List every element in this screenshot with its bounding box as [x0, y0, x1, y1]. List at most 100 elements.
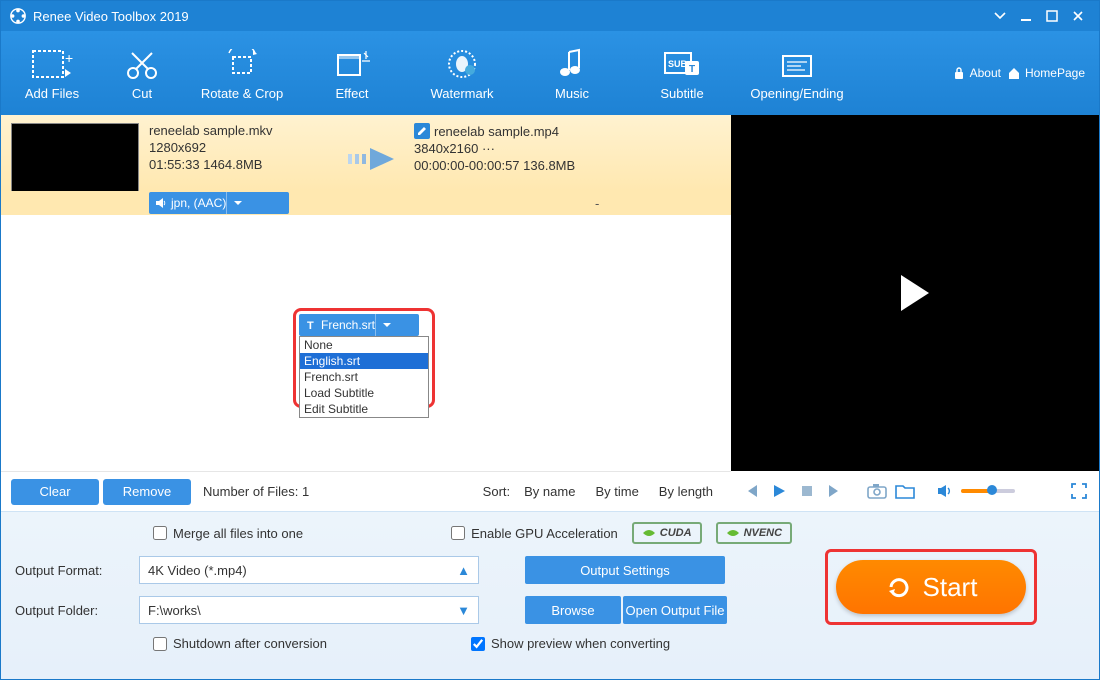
about-link[interactable]: About [952, 66, 1001, 80]
sort-by-name[interactable]: By name [516, 480, 583, 503]
lock-icon [952, 66, 966, 80]
volume-knob[interactable] [987, 485, 997, 495]
sort-by-length[interactable]: By length [651, 480, 721, 503]
fullscreen-button[interactable] [1067, 479, 1091, 503]
list-controls: Clear Remove Number of Files: 1 Sort: By… [1, 471, 731, 511]
music-label: Music [555, 86, 589, 101]
stop-button[interactable] [795, 479, 819, 503]
opening-ending-button[interactable]: Opening/Ending [737, 31, 857, 115]
output-settings-button[interactable]: Output Settings [525, 556, 725, 584]
video-thumbnail [11, 123, 139, 195]
rotate-crop-label: Rotate & Crop [201, 86, 283, 101]
source-filename: reneelab sample.mkv [149, 123, 334, 138]
edit-output-name-icon[interactable] [414, 123, 430, 139]
source-resolution: 1280x692 [149, 140, 334, 155]
crop-rotate-icon [223, 46, 261, 82]
shutdown-checkbox[interactable]: Shutdown after conversion [153, 636, 327, 651]
subtitle-button[interactable]: SUBT Subtitle [627, 31, 737, 115]
sort-by-time[interactable]: By time [587, 480, 646, 503]
next-button[interactable] [823, 479, 847, 503]
open-folder-button[interactable] [893, 479, 917, 503]
homepage-label: HomePage [1025, 66, 1085, 80]
source-duration-size: 01:55:33 1464.8MB [149, 157, 334, 172]
audio-dropdown-icon[interactable] [226, 192, 248, 214]
output-format-value: 4K Video (*.mp4) [148, 563, 247, 578]
preview-controls [731, 471, 1099, 511]
merge-label: Merge all files into one [173, 526, 303, 541]
browse-button[interactable]: Browse [525, 596, 621, 624]
add-files-button[interactable]: + Add Files [7, 31, 97, 115]
arrow-icon [334, 139, 414, 179]
watermark-button[interactable]: Watermark [407, 31, 517, 115]
slate-icon [779, 46, 815, 82]
music-note-icon [557, 46, 587, 82]
svg-text:T: T [307, 320, 314, 331]
gpu-checkbox[interactable]: Enable GPU Acceleration [451, 526, 618, 541]
cut-button[interactable]: Cut [97, 31, 187, 115]
subtitle-option-load[interactable]: Load Subtitle [300, 385, 428, 401]
effect-label: Effect [335, 86, 368, 101]
home-icon [1007, 66, 1021, 80]
app-title: Renee Video Toolbox 2019 [33, 9, 189, 24]
file-count-label: Number of Files: 1 [203, 484, 309, 499]
audio-track-chip[interactable]: jpn, (AAC) [149, 192, 289, 214]
add-files-label: Add Files [25, 86, 79, 101]
clear-button[interactable]: Clear [11, 479, 99, 505]
svg-text:SUB: SUB [668, 59, 688, 69]
snapshot-button[interactable] [865, 479, 889, 503]
chevron-up-icon: ▲ [457, 563, 470, 578]
remove-button[interactable]: Remove [103, 479, 191, 505]
start-highlight-frame: Start [825, 549, 1037, 625]
subtitle-option-french[interactable]: French.srt [300, 369, 428, 385]
effect-button[interactable]: Effect [297, 31, 407, 115]
open-output-file-button[interactable]: Open Output File [623, 596, 727, 624]
opening-ending-label: Opening/Ending [750, 86, 843, 101]
subtitle-dropdown[interactable]: None English.srt French.srt Load Subtitl… [299, 336, 429, 418]
gpu-label: Enable GPU Acceleration [471, 526, 618, 541]
homepage-link[interactable]: HomePage [1007, 66, 1085, 80]
output-resolution: 3840x2160 ··· [414, 141, 721, 156]
rotate-crop-button[interactable]: Rotate & Crop [187, 31, 297, 115]
subtitle-option-english[interactable]: English.srt [300, 353, 428, 369]
svg-text:+: + [65, 50, 73, 66]
music-button[interactable]: Music [517, 31, 627, 115]
subtitle-chip[interactable]: T French.srt [299, 314, 419, 336]
subtitle-option-none[interactable]: None [300, 337, 428, 353]
source-meta: reneelab sample.mkv 1280x692 01:55:33 14… [149, 123, 334, 172]
bottom-panel: Merge all files into one Enable GPU Acce… [1, 511, 1099, 679]
cuda-badge: CUDA [632, 522, 702, 544]
subtitle-label: Subtitle [660, 86, 703, 101]
volume-icon[interactable] [933, 479, 957, 503]
start-label: Start [923, 572, 978, 603]
sort-label: Sort: [483, 484, 510, 499]
titlebar: Renee Video Toolbox 2019 [1, 1, 1099, 31]
output-filename: reneelab sample.mp4 [434, 124, 559, 139]
merge-checkbox[interactable]: Merge all files into one [153, 526, 303, 541]
maximize-button[interactable] [1039, 3, 1065, 29]
show-preview-label: Show preview when converting [491, 636, 670, 651]
subtitle-dropdown-icon[interactable] [375, 314, 397, 336]
subtitle-icon: SUBT [663, 46, 701, 82]
output-folder-combo[interactable]: F:\works\ ▼ [139, 596, 479, 624]
nvidia-eye-icon [726, 527, 740, 539]
titlebar-menu-down-icon[interactable] [987, 3, 1013, 29]
progress-dash: - [595, 196, 599, 211]
output-folder-label: Output Folder: [15, 603, 125, 618]
scissors-icon [124, 46, 160, 82]
minimize-button[interactable] [1013, 3, 1039, 29]
show-preview-checkbox[interactable]: Show preview when converting [471, 636, 670, 651]
play-button[interactable] [767, 479, 791, 503]
close-button[interactable] [1065, 3, 1091, 29]
main-toolbar: + Add Files Cut Rotate & Crop Effect Wat… [1, 31, 1099, 115]
subtitle-option-edit[interactable]: Edit Subtitle [300, 401, 428, 417]
file-list: reneelab sample.mkv 1280x692 01:55:33 14… [1, 115, 731, 471]
output-format-combo[interactable]: 4K Video (*.mp4) ▲ [139, 556, 479, 584]
start-button[interactable]: Start [836, 560, 1026, 614]
preview-video[interactable] [731, 115, 1099, 471]
prev-button[interactable] [739, 479, 763, 503]
volume-slider[interactable] [961, 489, 1015, 493]
subtitle-t-icon: T [305, 319, 317, 331]
shutdown-label: Shutdown after conversion [173, 636, 327, 651]
chevron-down-icon: ▼ [457, 603, 470, 618]
file-row[interactable]: reneelab sample.mkv 1280x692 01:55:33 14… [1, 115, 731, 191]
